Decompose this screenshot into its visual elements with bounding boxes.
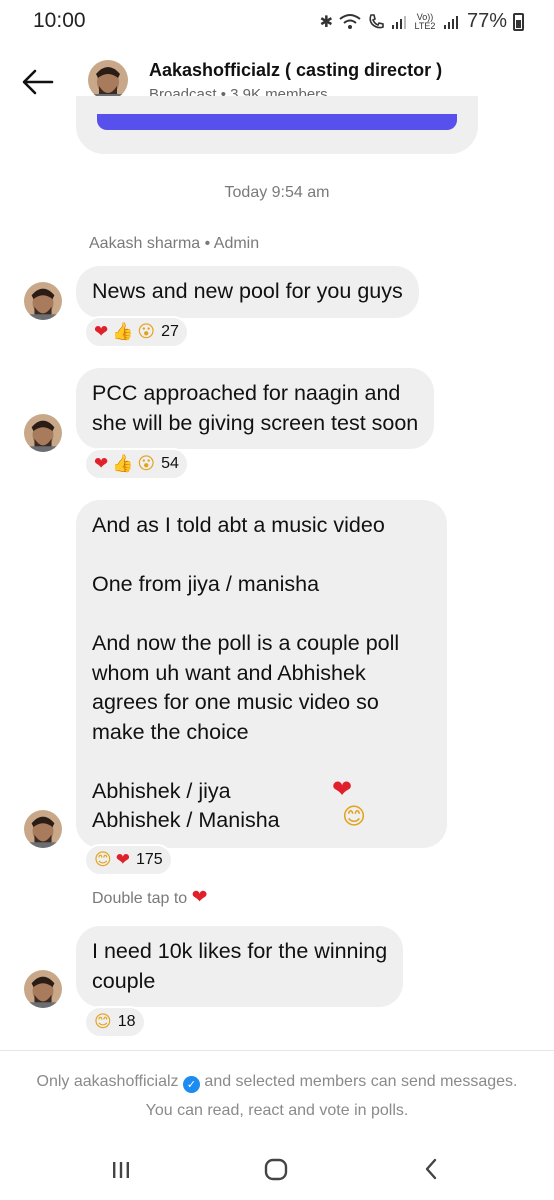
double-tap-hint: Double tap to ❤	[92, 888, 208, 908]
thumbs-up-icon: 👍	[112, 321, 134, 342]
message-text-line: agrees for one music video so	[92, 690, 379, 714]
reaction-bar[interactable]: 😊 ❤ 175	[84, 844, 173, 876]
reaction-count: 54	[161, 455, 179, 472]
sender-avatar[interactable]	[24, 810, 62, 848]
call-icon	[369, 13, 384, 28]
reaction-bar[interactable]: 😊 18	[84, 1006, 146, 1038]
poll-option-line: Abhishek / jiya ❤	[92, 777, 431, 807]
back-button[interactable]	[18, 62, 58, 102]
poll-option-line: Abhishek / Manisha 😊	[92, 806, 431, 836]
volte-label: Vo)) LTE2	[414, 11, 436, 31]
arrow-left-icon	[22, 69, 54, 95]
home-button[interactable]	[261, 1154, 291, 1184]
surprised-face-icon: 😮	[137, 453, 156, 474]
signal-icon-2	[443, 15, 458, 29]
message-text-line: And as I told abt a music video	[92, 513, 385, 537]
poll-option-text: Abhishek / jiya	[92, 778, 231, 803]
heart-icon: ❤	[332, 774, 353, 803]
message-text-line: One from jiya / manisha	[92, 572, 320, 596]
status-bar: 10:00 ✱ Vo)) LTE2 77%	[0, 0, 554, 42]
chevron-left-icon	[425, 1158, 437, 1180]
message-text-line: couple	[92, 968, 156, 993]
bluetooth-icon: ✱	[319, 13, 333, 31]
smiling-face-icon: 😊	[94, 1011, 112, 1032]
sender-label: Aakash sharma • Admin	[89, 235, 260, 252]
recents-button[interactable]	[106, 1154, 136, 1184]
heart-icon: ❤	[191, 886, 208, 908]
back-nav-button[interactable]	[416, 1154, 446, 1184]
status-time: 10:00	[33, 9, 86, 32]
wifi-icon	[339, 13, 361, 29]
channel-avatar[interactable]	[88, 60, 128, 100]
previous-poll-card	[76, 96, 478, 154]
poll-option-text: Abhishek / Manisha	[92, 808, 280, 832]
sender-avatar[interactable]	[24, 282, 62, 320]
reaction-bar[interactable]: ❤ 👍 😮 54	[84, 448, 189, 480]
double-tap-text: Double tap to	[92, 890, 188, 907]
message-bubble[interactable]: News and new pool for you guys	[76, 266, 419, 318]
poll-action-button[interactable]	[97, 114, 457, 130]
message-text-line: make the choice	[92, 719, 249, 744]
smiling-face-icon: 😊	[94, 849, 112, 870]
message-bubble[interactable]: I need 10k likes for the winning couple	[76, 926, 404, 1007]
recents-icon	[113, 1162, 129, 1178]
message-text-line: And now the poll is a couple poll	[92, 631, 400, 655]
broadcast-notice: Only aakashofficialz ✓ and selected memb…	[30, 1067, 524, 1125]
reaction-count: 18	[117, 1013, 136, 1030]
message-bubble[interactable]: PCC approached for naagin and she will b…	[76, 368, 435, 449]
notice-suffix: and selected members can send messages. …	[145, 1073, 518, 1119]
thumbs-up-icon: 👍	[112, 453, 134, 474]
heart-icon: ❤	[115, 849, 130, 870]
channel-title[interactable]: Aakashofficialz ( casting director )	[149, 60, 442, 81]
signal-icon	[391, 15, 406, 29]
notice-prefix: Only aakashofficialz	[36, 1073, 179, 1090]
smiling-face-icon: 😊	[342, 804, 366, 830]
battery-icon	[513, 12, 524, 31]
sender-avatar[interactable]	[24, 970, 62, 1008]
message-text-line: I need 10k likes for the winning	[92, 939, 388, 963]
sender-avatar[interactable]	[24, 414, 62, 452]
status-icons: ✱ Vo)) LTE2 77%	[320, 10, 524, 33]
home-icon	[264, 1158, 288, 1181]
message-text-line: whom uh want and Abhishek	[92, 660, 366, 685]
message-text-line: PCC approached for naagin and	[92, 381, 401, 405]
message-text: News and new pool for you guys	[92, 279, 403, 303]
battery-percent: 77%	[466, 10, 507, 32]
heart-icon: ❤	[94, 321, 109, 342]
system-nav-bar	[0, 1140, 554, 1200]
heart-icon: ❤	[94, 453, 109, 474]
day-timestamp: Today 9:54 am	[224, 184, 330, 201]
reaction-bar[interactable]: ❤ 👍 😮 27	[84, 316, 189, 348]
footer-divider	[0, 1050, 554, 1051]
message-text-line: she will be giving screen test soon	[92, 410, 419, 435]
reaction-count: 175	[135, 851, 163, 868]
reaction-count: 27	[161, 323, 179, 340]
surprised-face-icon: 😮	[137, 321, 156, 342]
verified-badge-icon: ✓	[182, 1076, 200, 1093]
message-bubble[interactable]: And as I told abt a music video One from…	[76, 500, 447, 848]
